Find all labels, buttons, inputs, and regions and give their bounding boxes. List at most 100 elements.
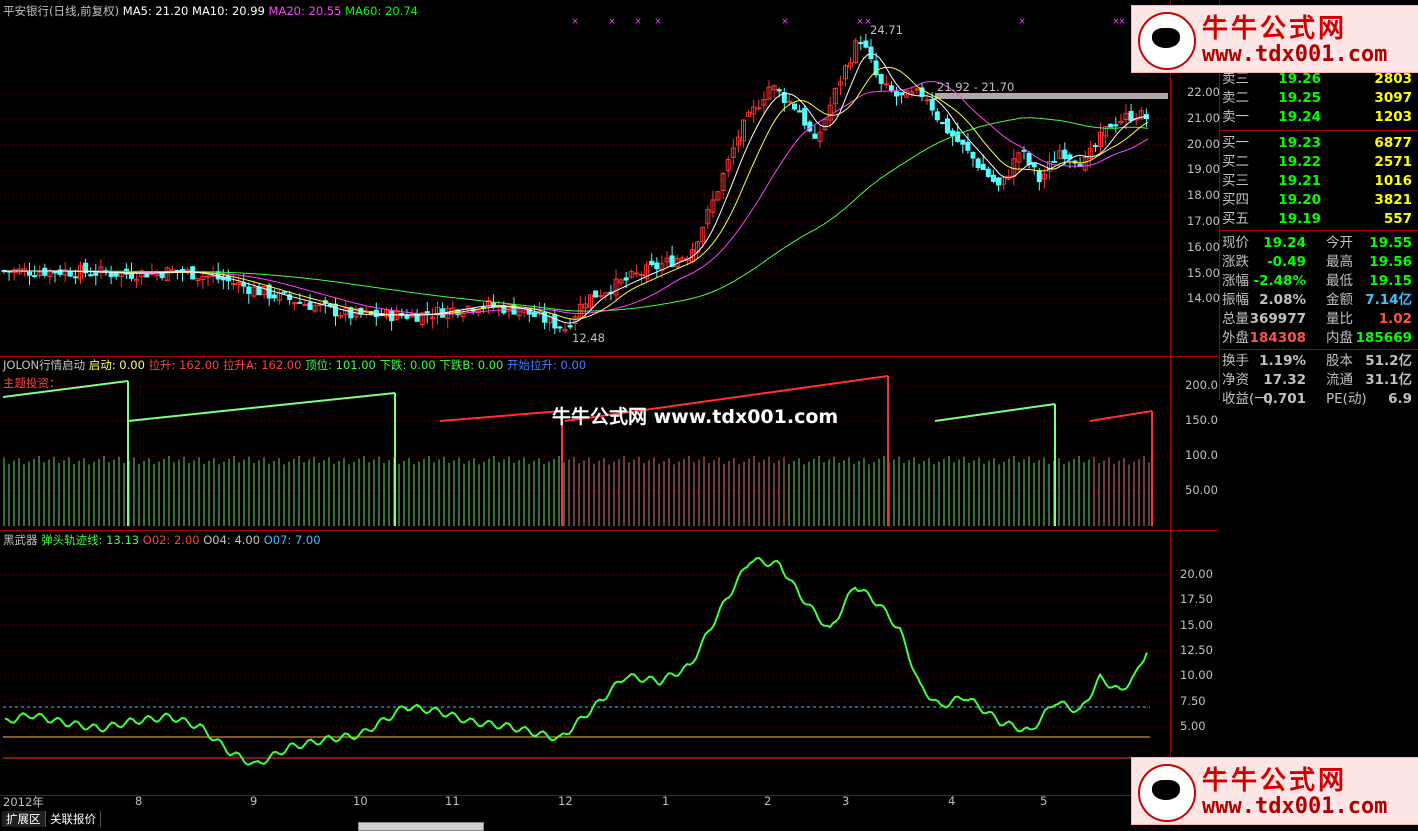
stat-label: 量比 [1326,311,1353,327]
heiwuqi-tick-label: 12.50 [1180,642,1213,657]
candle-body [812,133,818,139]
stat-value: 185669 [1355,330,1412,346]
heiwuqi-tick-label: 20.00 [1180,567,1213,581]
price-tick-label: 22.00 [1187,85,1220,99]
jolon-p2: 拉升: 162.00 [148,358,220,372]
heiwuqi-tick-label: 10.00 [1180,668,1213,683]
quote-row[interactable]: 买二 19.22 2571 [1220,153,1416,172]
jolon-p5: 下跌: 0.00 [379,358,436,372]
candle-body [282,291,287,294]
jolon-ramp-line [439,410,563,422]
quote-price: 19.23 [1278,135,1321,151]
candle-body [531,312,537,317]
stat-value: 184308 [1249,330,1306,346]
price-panel-title: 平安银行(日线,前复权) MA5: 21.20 MA10: 20.99 MA20… [3,4,418,18]
signal-marker-icon: × [608,17,616,27]
quote-volume: 3821 [1374,192,1412,208]
jolon-p3: 拉升A: 162.00 [223,358,302,372]
quote-volume: 6877 [1374,135,1412,151]
quote-label: 买三 [1222,173,1249,189]
quote-row[interactable]: 买一 19.23 6877 [1220,134,1416,153]
candle-body [231,283,236,286]
candlestick-series [1,33,1149,335]
stat-label: 金额 [1326,292,1353,308]
signal-marker-icon: × [781,17,789,27]
stat-label: 振幅 [1222,292,1249,308]
stat-label: 净资 [1222,372,1249,388]
tab-related-quotes[interactable]: 关联报价 [46,811,101,827]
month-label: 11 [445,794,460,808]
quote-divider [1220,130,1418,131]
candle-body [1092,145,1098,148]
month-label: 3 [842,794,850,808]
stat-value: 0.701 [1263,391,1306,407]
quote-row[interactable]: 买五 19.19 557 [1220,210,1416,229]
heiwuqi-tick-label: 15.00 [1180,617,1213,632]
stat-label: 今开 [1326,235,1353,251]
candle-body [899,92,905,96]
candle-body [205,275,211,278]
candle-body [985,168,991,177]
quote-row[interactable]: 卖二 19.25 3097 [1220,89,1416,108]
candle-body [327,303,333,307]
candle-body [256,286,262,296]
signal-marker-icon: × [1018,17,1026,27]
price-tick-label: 19.00 [1187,162,1220,177]
month-label: 4 [948,794,956,808]
stat-value: 31.1亿 [1365,372,1412,388]
stat-row: 现价 19.24 今开 19.55 [1220,234,1416,253]
candle-body [878,74,884,84]
month-label: 1 [662,794,670,808]
quote-volume: 1203 [1374,109,1412,125]
candle-body [1026,152,1032,165]
candle-body [990,174,996,182]
horizontal-scrollbar[interactable] [358,822,484,831]
logo-title: 牛牛公式网 [1202,14,1348,44]
signal-marker-icon: × [856,17,864,27]
candle-body [159,272,165,279]
quote-label: 买二 [1222,154,1249,170]
stock-title: 平安银行(日线,前复权) [3,4,120,18]
price-tick-label: 17.00 [1187,214,1220,228]
jolon-p1: 启动: 0.00 [88,358,145,372]
price-tick-label: 15.00 [1187,265,1220,280]
high-price-label: 24.71 [870,23,903,37]
quote-row[interactable]: 买四 19.20 3821 [1220,191,1416,210]
stat-label: 涨跌 [1222,254,1249,270]
quote-row[interactable]: 卖一 19.24 1203 [1220,108,1416,127]
quote-volume: 557 [1383,211,1412,227]
candle-body [271,294,277,299]
candle-body [950,130,956,137]
warhead-trajectory-series [4,556,1148,766]
candle-body [802,108,808,126]
ma5-label: MA5: 21.20 [122,4,189,18]
jolon-title: JOLON行情启动 [3,358,86,372]
stat-value: 7.14亿 [1365,292,1412,308]
candle-body [623,277,629,281]
stat-row: 振幅 2.08% 金额 7.14亿 [1220,291,1416,310]
candle-body [1108,123,1114,128]
month-label: 10 [353,794,368,808]
candle-body [980,163,986,171]
trajectory-label: 弹头轨迹线: 13.13 [41,533,140,547]
quote-row[interactable]: 买三 19.21 1016 [1220,172,1416,191]
stat-value: 369977 [1249,311,1306,327]
cow-logo-icon [1138,764,1196,822]
stat-row: 总量 369977 量比 1.02 [1220,310,1416,329]
chart-canvas[interactable]: × × × × × × × × ×× [0,0,1170,795]
candle-body [797,110,803,113]
watermark: 牛牛公式网 www.tdx001.com [552,406,839,428]
candle-body [241,282,247,287]
candle-body [27,271,32,276]
logo-title: 牛牛公式网 [1202,766,1348,796]
price-tick-label: 14.00 [1187,291,1220,306]
bottom-panel-title: 黑武器 弹头轨迹线: 13.13 O02: 2.00 O04: 4.00 O07… [3,533,321,547]
candle-body [939,121,945,124]
candle-body [934,111,940,121]
quote-price: 19.19 [1278,211,1321,227]
jolon-indicator-series [2,375,1153,526]
stat-label: 总量 [1222,311,1249,327]
quote-volume: 2571 [1374,154,1412,170]
tab-extension[interactable]: 扩展区 [2,811,46,827]
stat-value: 17.32 [1263,372,1306,388]
